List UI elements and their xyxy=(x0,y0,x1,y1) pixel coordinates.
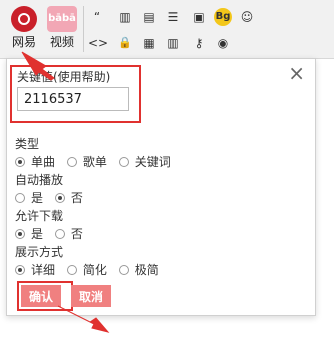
code-icon[interactable]: <> xyxy=(88,34,108,52)
type-option-single[interactable]: 单曲 xyxy=(15,153,55,170)
option-label: 否 xyxy=(70,191,83,205)
display-option-detailed[interactable]: 详细 xyxy=(15,261,55,278)
download-group-title: 允许下载 xyxy=(15,209,64,223)
confirm-button[interactable]: 确认 xyxy=(21,285,62,307)
netease-music-icon xyxy=(11,6,37,32)
radio-checked-icon xyxy=(54,193,65,203)
lock-icon[interactable]: 🔒 xyxy=(116,34,134,52)
display-group-title: 展示方式 xyxy=(15,245,64,259)
radio-checked-icon xyxy=(15,229,25,239)
option-label: 详细 xyxy=(31,263,56,277)
quote-icon[interactable]: “ xyxy=(88,8,106,26)
building-icon[interactable]: ▥ xyxy=(116,8,134,26)
document-icon[interactable]: ▤ xyxy=(140,8,158,26)
option-label: 单曲 xyxy=(31,155,56,169)
option-label: 极简 xyxy=(134,263,159,277)
display-options: 详细 简化 极简 xyxy=(15,261,167,278)
bg-icon[interactable]: Bg xyxy=(214,8,232,26)
grid-icon[interactable]: ▥ xyxy=(164,34,182,52)
option-label: 是 xyxy=(31,191,44,205)
option-label: 关键词 xyxy=(134,155,171,169)
video-label: 视频 xyxy=(49,35,74,49)
radio-icon xyxy=(54,229,65,239)
video-icon: bābā xyxy=(47,6,77,32)
option-label: 歌单 xyxy=(82,155,107,169)
type-options: 单曲 歌单 关键词 xyxy=(15,153,179,170)
radio-icon xyxy=(118,157,129,167)
display-option-simple[interactable]: 简化 xyxy=(66,261,107,278)
cancel-button[interactable]: 取消 xyxy=(71,285,112,307)
key-icon[interactable]: ⚷ xyxy=(190,34,208,52)
type-option-keyword[interactable]: 关键词 xyxy=(118,153,171,170)
download-option-yes[interactable]: 是 xyxy=(15,225,43,242)
radio-checked-icon xyxy=(15,157,25,167)
toolbar-divider xyxy=(83,6,84,52)
radio-icon xyxy=(118,265,129,275)
type-group-title: 类型 xyxy=(15,137,40,151)
display-option-minimal[interactable]: 极简 xyxy=(118,261,159,278)
option-label: 否 xyxy=(70,227,83,241)
autoplay-options: 是 否 xyxy=(15,189,91,206)
close-icon[interactable]: × xyxy=(288,63,305,83)
autoplay-option-no[interactable]: 否 xyxy=(54,189,83,206)
qq-icon[interactable]: ☺ xyxy=(238,8,256,26)
radio-icon xyxy=(15,193,25,203)
list-icon[interactable]: ☰ xyxy=(164,8,182,26)
radio-icon xyxy=(66,265,77,275)
download-option-no[interactable]: 否 xyxy=(54,225,83,242)
radio-icon xyxy=(66,157,77,167)
video-button[interactable]: bābā 视频 xyxy=(40,4,84,49)
autoplay-option-yes[interactable]: 是 xyxy=(15,189,43,206)
keyword-label: 关键值(使用帮助) xyxy=(17,70,111,84)
picture-icon[interactable]: ▦ xyxy=(140,34,158,52)
record-icon[interactable]: ◉ xyxy=(214,34,232,52)
radio-checked-icon xyxy=(15,265,25,275)
option-label: 是 xyxy=(31,227,44,241)
type-option-playlist[interactable]: 歌单 xyxy=(66,153,107,170)
download-options: 是 否 xyxy=(15,225,91,242)
autoplay-group-title: 自动播放 xyxy=(15,173,64,187)
option-label: 简化 xyxy=(82,263,107,277)
music-insert-dialog: × 关键值(使用帮助) 类型 单曲 歌单 关键词 自动播放 是 否 允许下载 是… xyxy=(6,58,316,316)
folder-icon[interactable]: ▣ xyxy=(190,8,208,26)
keyword-input[interactable] xyxy=(17,87,129,111)
editor-toolbar: 网易 bābā 视频 “ ▥ ▤ ☰ ▣ Bg ☺ <> 🔒 ▦ ▥ ⚷ ◉ xyxy=(0,0,334,59)
